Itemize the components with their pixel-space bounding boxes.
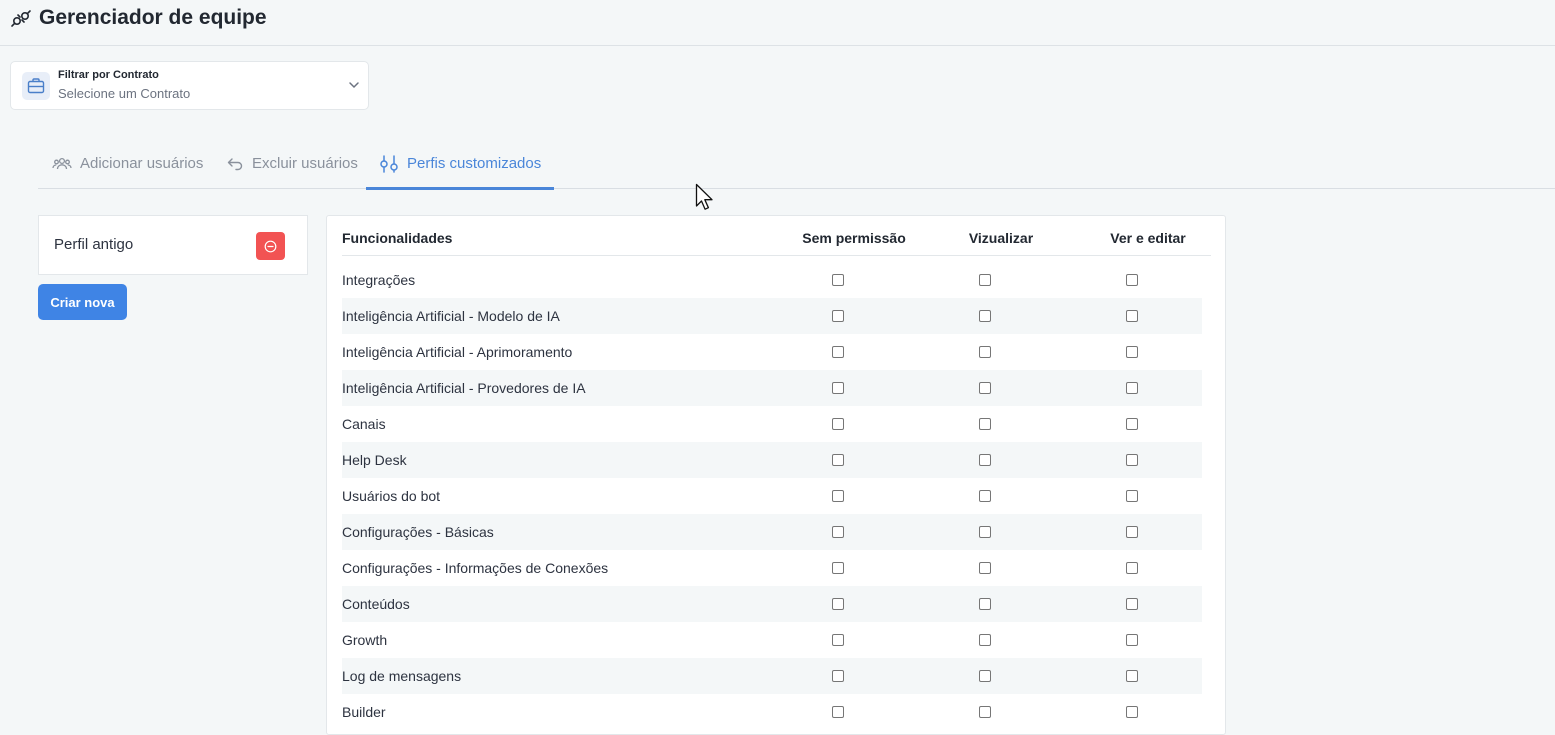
feature-name: Usuários do bot (342, 488, 441, 504)
feature-name: Inteligência Artificial - Provedores de … (342, 380, 586, 396)
feature-name: Canais (342, 416, 386, 432)
feature-name: Growth (342, 632, 388, 648)
view-checkbox[interactable] (979, 454, 991, 466)
briefcase-icon (27, 78, 45, 94)
permissions-panel: Funcionalidades Sem permissão Vizualizar… (326, 215, 1226, 735)
view-edit-checkbox[interactable] (1126, 598, 1138, 610)
contract-icon-box (22, 72, 50, 100)
no-permission-checkbox[interactable] (832, 490, 844, 502)
feature-name: Configurações - Básicas (342, 524, 494, 540)
tab-delete-users[interactable]: Excluir usuários (226, 138, 358, 189)
tab-bar: Adicionar usuários Excluir usuários Perf… (38, 138, 1555, 190)
column-header-no-permission: Sem permissão (802, 230, 906, 246)
table-row: Inteligência Artificial - Modelo de IA (342, 298, 1202, 334)
tab-custom-profiles[interactable]: Perfis customizados (366, 138, 555, 190)
minus-circle-icon (264, 240, 277, 253)
view-edit-checkbox[interactable] (1126, 634, 1138, 646)
no-permission-checkbox[interactable] (832, 310, 844, 322)
create-profile-button[interactable]: Criar nova (38, 284, 127, 320)
feature-name: Inteligência Artificial - Aprimoramento (342, 344, 573, 360)
view-checkbox[interactable] (979, 382, 991, 394)
table-row: Inteligência Artificial - Provedores de … (342, 370, 1202, 406)
view-checkbox[interactable] (979, 526, 991, 538)
feature-name: Builder (342, 704, 386, 720)
feature-name: Log de mensagens (342, 668, 462, 684)
view-edit-checkbox[interactable] (1126, 274, 1138, 286)
feature-name: Conteúdos (342, 596, 410, 612)
remove-profile-button[interactable] (256, 232, 285, 260)
view-checkbox[interactable] (979, 598, 991, 610)
tab-custom-profiles-label: Perfis customizados (407, 155, 542, 172)
no-permission-checkbox[interactable] (832, 526, 844, 538)
no-permission-checkbox[interactable] (832, 562, 844, 574)
profile-name: Perfil antigo (54, 236, 134, 253)
tab-add-users-label: Adicionar usuários (80, 155, 204, 172)
view-edit-checkbox[interactable] (1126, 562, 1138, 574)
no-permission-checkbox[interactable] (832, 634, 844, 646)
profile-item[interactable]: Perfil antigo (38, 215, 308, 275)
table-row: Conteúdos (342, 586, 1202, 622)
no-permission-checkbox[interactable] (832, 346, 844, 358)
view-checkbox[interactable] (979, 346, 991, 358)
table-row: Configurações - Básicas (342, 514, 1202, 550)
contract-filter-label: Filtrar por Contrato (58, 69, 159, 81)
users-icon (52, 157, 72, 169)
contract-filter-select[interactable]: Filtrar por Contrato Selecione um Contra… (10, 61, 369, 110)
contract-filter-placeholder: Selecione um Contrato (58, 86, 191, 101)
view-checkbox[interactable] (979, 670, 991, 682)
column-header-view: Vizualizar (968, 230, 1034, 246)
view-checkbox[interactable] (979, 490, 991, 502)
view-checkbox[interactable] (979, 418, 991, 430)
feature-name: Inteligência Artificial - Modelo de IA (342, 308, 560, 324)
feature-name: Integrações (342, 272, 416, 288)
sliders-icon (380, 154, 398, 173)
no-permission-checkbox[interactable] (832, 454, 844, 466)
view-edit-checkbox[interactable] (1126, 490, 1138, 502)
undo-arrow-icon (227, 157, 243, 170)
permissions-table-header: Funcionalidades Sem permissão Vizualizar… (342, 216, 1211, 256)
view-edit-checkbox[interactable] (1126, 382, 1138, 394)
view-edit-checkbox[interactable] (1126, 346, 1138, 358)
table-row: Configurações - Informações de Conexões (342, 550, 1202, 586)
view-edit-checkbox[interactable] (1126, 310, 1138, 322)
view-edit-checkbox[interactable] (1126, 526, 1138, 538)
no-permission-checkbox[interactable] (832, 706, 844, 718)
table-row: Integrações (342, 262, 1202, 298)
view-checkbox[interactable] (979, 634, 991, 646)
feature-name: Configurações - Informações de Conexões (342, 560, 609, 576)
column-header-view-edit: Ver e editar (1110, 230, 1186, 246)
no-permission-checkbox[interactable] (832, 418, 844, 430)
view-checkbox[interactable] (979, 706, 991, 718)
feature-name: Help Desk (342, 452, 407, 468)
table-row: Builder (342, 694, 1202, 730)
no-permission-checkbox[interactable] (832, 598, 844, 610)
view-edit-checkbox[interactable] (1126, 670, 1138, 682)
column-header-features: Funcionalidades (342, 230, 453, 246)
view-checkbox[interactable] (979, 274, 991, 286)
table-row: Growth (342, 622, 1202, 658)
table-row: Canais (342, 406, 1202, 442)
view-checkbox[interactable] (979, 562, 991, 574)
view-checkbox[interactable] (979, 310, 991, 322)
view-edit-checkbox[interactable] (1126, 454, 1138, 466)
table-row: Usuários do bot (342, 478, 1202, 514)
view-edit-checkbox[interactable] (1126, 706, 1138, 718)
no-permission-checkbox[interactable] (832, 670, 844, 682)
table-row: Inteligência Artificial - Aprimoramento (342, 334, 1202, 370)
no-permission-checkbox[interactable] (832, 274, 844, 286)
mouse-cursor-icon (695, 183, 713, 210)
table-row: Log de mensagens (342, 658, 1202, 694)
tab-add-users[interactable]: Adicionar usuários (52, 138, 203, 189)
plug-icon (11, 10, 31, 27)
tab-delete-users-label: Excluir usuários (252, 155, 358, 172)
table-row: Help Desk (342, 442, 1202, 478)
view-edit-checkbox[interactable] (1126, 418, 1138, 430)
permissions-table-body: Integrações Inteligência Artificial - Mod… (342, 262, 1202, 730)
chevron-down-icon (349, 82, 359, 89)
page-header: Gerenciador de equipe (0, 0, 1555, 46)
page-title: Gerenciador de equipe (39, 6, 267, 29)
no-permission-checkbox[interactable] (832, 382, 844, 394)
